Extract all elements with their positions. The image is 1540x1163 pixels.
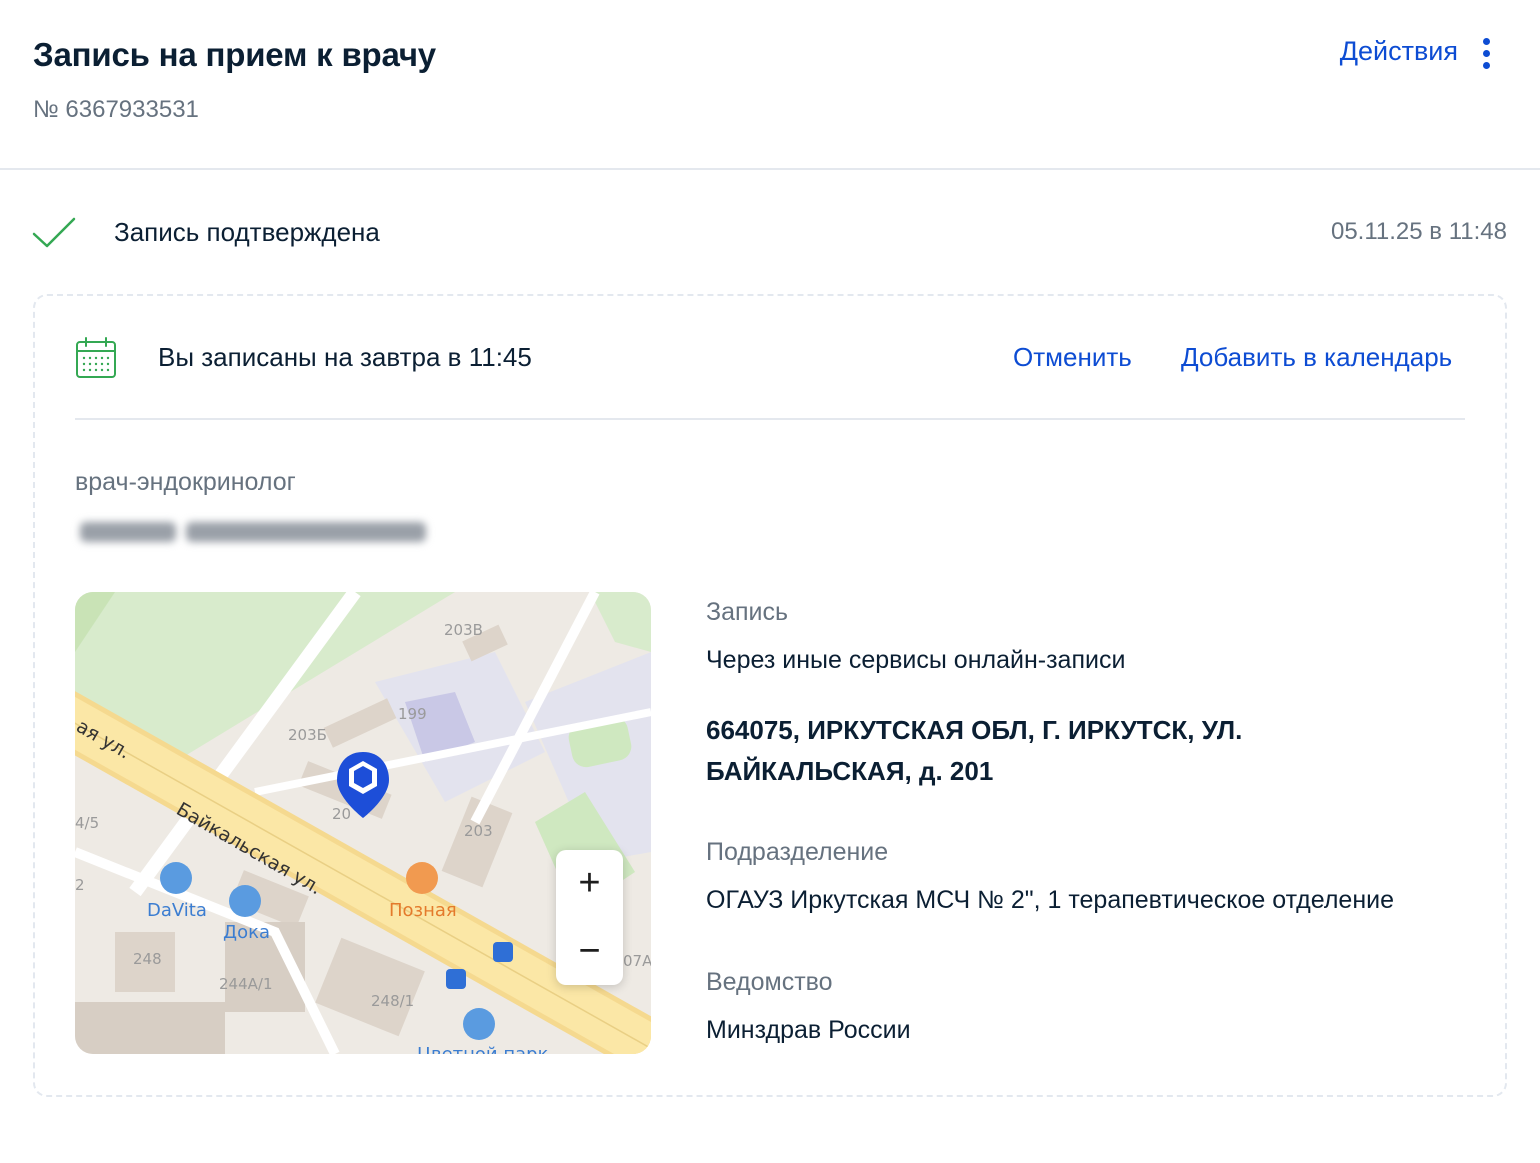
- check-icon: [32, 217, 76, 248]
- zoom-out-button[interactable]: −: [556, 918, 623, 985]
- cancel-button[interactable]: Отменить: [1013, 342, 1132, 373]
- zoom-in-button[interactable]: +: [556, 850, 623, 917]
- division-value: ОГАУЗ Иркутская МСЧ № 2", 1 терапевтичес…: [706, 886, 1395, 914]
- page-header: Запись на прием к врачу № 6367933531 Дей…: [0, 0, 1540, 170]
- bus-stop-icon[interactable]: [493, 942, 513, 962]
- address-line: БАЙКАЛЬСКАЯ, д. 201: [706, 756, 994, 786]
- map-label: 4/5: [75, 814, 99, 832]
- more-vertical-icon[interactable]: [1478, 36, 1496, 70]
- actions-button[interactable]: Действия: [1340, 36, 1458, 67]
- record-value: Через иные сервисы онлайн-записи: [706, 646, 1126, 674]
- status-text: Запись подтверждена: [114, 217, 380, 247]
- division-label: Подразделение: [706, 838, 889, 866]
- place-label: Цветной парк: [417, 1044, 549, 1054]
- order-number: № 6367933531: [33, 96, 199, 123]
- appointment-time-text: Вы записаны на завтра в 11:45: [158, 342, 532, 372]
- map-zoom-control: + −: [556, 850, 623, 985]
- bus-stop-icon[interactable]: [446, 969, 466, 989]
- cafe-icon[interactable]: [406, 862, 438, 894]
- place-label: Позная: [389, 900, 457, 921]
- place-label: DaVita: [147, 900, 207, 921]
- place-label: Дока: [223, 922, 270, 943]
- doctor-name-blurred: [68, 512, 430, 550]
- add-to-calendar-button[interactable]: Добавить в календарь: [1181, 342, 1452, 373]
- address-line: 664075, ИРКУТСКАЯ ОБЛ, Г. ИРКУТСК, УЛ.: [706, 715, 1243, 745]
- map-label: 203В: [444, 621, 483, 639]
- doctor-specialty: врач-эндокринолог: [75, 468, 296, 496]
- map-label: 248: [133, 950, 162, 968]
- calendar-icon: [76, 337, 116, 378]
- agency-label: Ведомство: [706, 968, 833, 996]
- record-label: Запись: [706, 598, 789, 626]
- map-label: 203: [464, 822, 493, 840]
- agency-value: Минздрав России: [706, 1016, 911, 1044]
- map-label: 248/1: [371, 992, 414, 1010]
- map-label: 244А/1: [219, 975, 273, 993]
- divider: [75, 418, 1465, 420]
- map-label: 07А: [623, 952, 651, 970]
- map-label: 199: [398, 705, 427, 723]
- poi-icon[interactable]: [229, 885, 261, 917]
- map-label: 2: [75, 876, 85, 894]
- page-title: Запись на прием к врачу: [33, 36, 436, 73]
- map-label: 203Б: [288, 726, 327, 744]
- status-date: 05.11.25 в 11:48: [1330, 218, 1507, 245]
- address: 664075, ИРКУТСКАЯ ОБЛ, Г. ИРКУТСК, УЛ. Б…: [706, 710, 1406, 792]
- poi-icon[interactable]: [463, 1008, 495, 1040]
- map-label: 20: [332, 805, 351, 823]
- poi-icon[interactable]: [160, 862, 192, 894]
